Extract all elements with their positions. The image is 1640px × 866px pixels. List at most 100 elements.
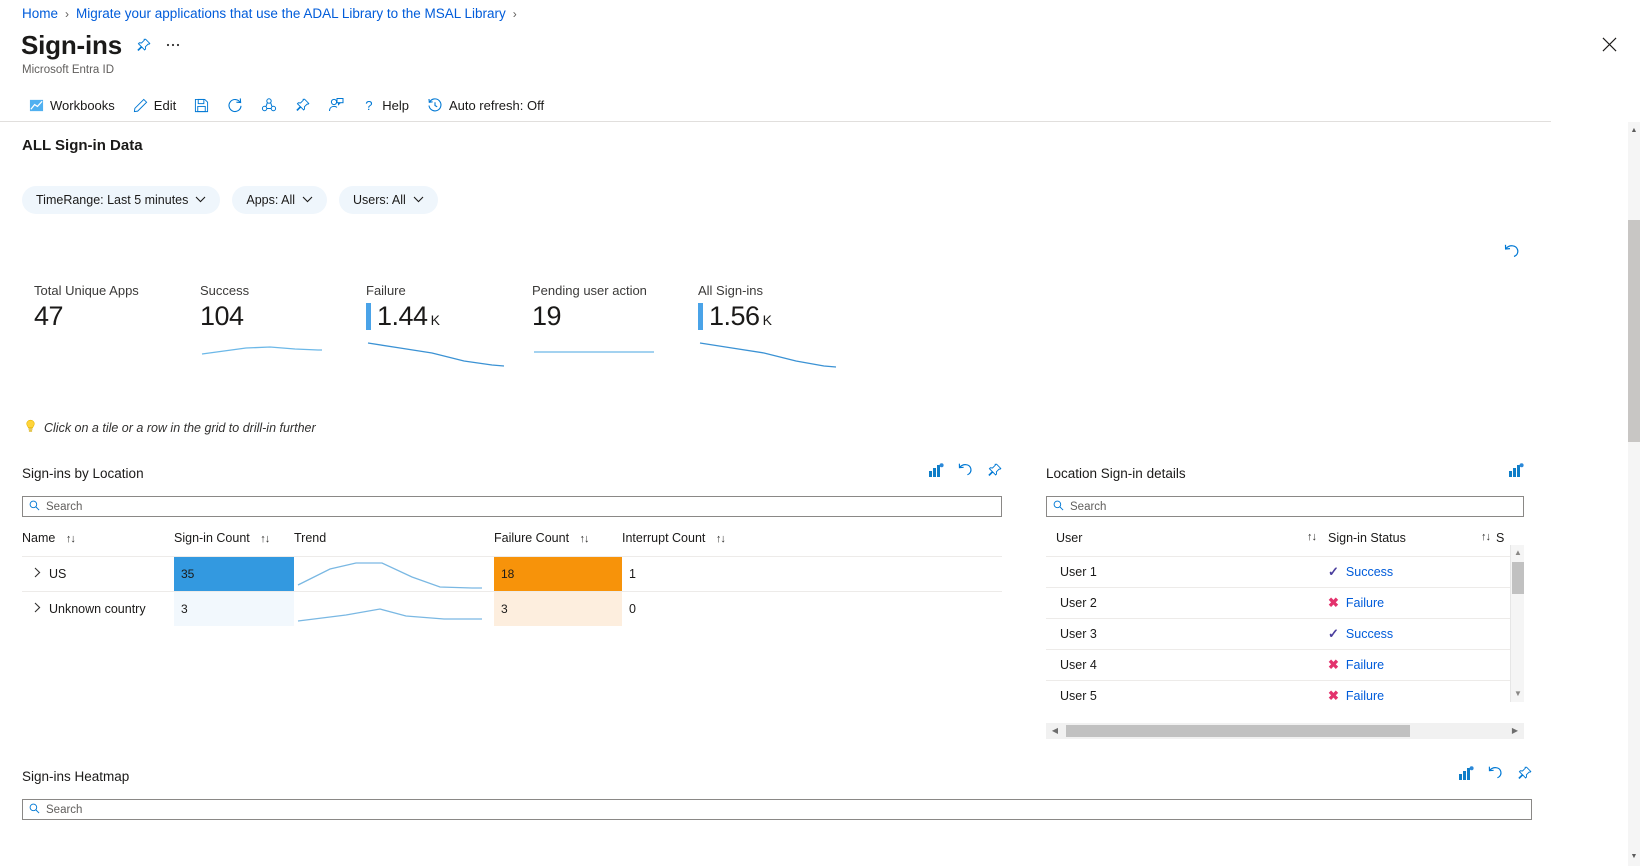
tile-total-unique-apps[interactable]: Total Unique Apps 47 [34, 283, 200, 330]
drill-in-hint: Click on a tile or a row in the grid to … [24, 419, 316, 437]
page-vertical-scrollbar[interactable]: ▲ ▼ [1628, 122, 1640, 866]
scroll-left-arrow-icon[interactable]: ◀ [1048, 723, 1062, 739]
column-signin-count[interactable]: Sign-in Count ↑↓ [174, 517, 294, 557]
tile-value: 19 [532, 301, 562, 331]
cell-signin-count: 35 [174, 556, 294, 592]
table-row[interactable]: Unknown country 3 3 0 [22, 591, 1002, 626]
signins-heatmap-search[interactable]: Search [22, 799, 1532, 820]
tile-failure[interactable]: Failure 1.44 K [366, 283, 532, 367]
cell-trend [294, 591, 494, 626]
tile-label: Failure [366, 283, 406, 298]
undo-icon[interactable] [957, 462, 974, 484]
table-row[interactable]: User 5 ✖ Failure [1046, 680, 1524, 712]
location-signin-details-panel: Location Sign-in details Search User ↑↓ … [1046, 462, 1524, 712]
user-label: User 1 [1060, 565, 1097, 579]
scroll-down-arrow-icon[interactable]: ▼ [1511, 687, 1525, 701]
command-workbooks[interactable]: Workbooks [20, 94, 124, 117]
sort-updown-icon[interactable]: ↑↓ [1481, 531, 1491, 543]
chart-icon[interactable] [1458, 766, 1474, 786]
pin-icon[interactable] [136, 38, 151, 53]
user-label: User 5 [1060, 689, 1097, 704]
location-signin-details-search-placeholder: Search [1070, 500, 1107, 513]
command-feedback[interactable] [319, 93, 353, 117]
scrollbar-thumb[interactable] [1512, 562, 1524, 594]
clock-icon [427, 97, 443, 113]
cell-name[interactable]: US [22, 556, 174, 592]
cell-user: User 1 [1046, 556, 1328, 588]
table-row[interactable]: US 35 18 1 [22, 556, 1002, 592]
column-failure-count[interactable]: Failure Count ↑↓ [494, 517, 622, 557]
column-signin-status[interactable]: Sign-in Status ↑↓ [1328, 517, 1496, 557]
scroll-down-arrow-icon[interactable]: ▼ [1628, 850, 1640, 864]
interrupt-count-value: 0 [629, 602, 636, 616]
table-row[interactable]: User 3 ✓ Success [1046, 618, 1524, 650]
filter-users[interactable]: Users: All [339, 186, 438, 214]
tile-success[interactable]: Success 104 [200, 283, 366, 355]
tile-all-sign-ins[interactable]: All Sign-ins 1.56 K [698, 283, 864, 368]
ellipsis-icon[interactable] [165, 42, 181, 48]
close-icon[interactable] [1598, 36, 1620, 58]
filter-pills: TimeRange: Last 5 minutes Apps: All User… [22, 186, 438, 214]
sort-updown-icon[interactable]: ↑↓ [1307, 531, 1317, 543]
cell-failure-count: 3 [494, 591, 622, 626]
sort-updown-icon[interactable]: ↑↓ [580, 533, 590, 545]
tile-unit: K [762, 312, 772, 328]
command-share[interactable] [252, 93, 286, 117]
pin-icon [295, 98, 310, 113]
filter-apps-label: Apps: All [246, 193, 296, 207]
command-pin[interactable] [286, 94, 319, 117]
status-label: Failure [1345, 658, 1385, 672]
details-vertical-scrollbar[interactable]: ▲ ▼ [1510, 545, 1524, 702]
breadcrumb-item-migrate[interactable]: Migrate your applications that use the A… [76, 6, 506, 21]
title-row: Sign-ins [21, 32, 181, 58]
tiles-reset-undo-icon[interactable] [1503, 243, 1521, 266]
filter-users-label: Users: All [353, 193, 406, 207]
chart-icon[interactable] [1508, 463, 1524, 483]
chevron-right-icon[interactable] [34, 602, 41, 616]
check-icon: ✓ [1328, 564, 1339, 579]
scroll-right-arrow-icon[interactable]: ▶ [1508, 723, 1522, 739]
tile-pending-user-action[interactable]: Pending user action 19 [532, 283, 698, 353]
chevron-right-icon[interactable] [34, 567, 41, 581]
tile-sparkline [201, 346, 322, 355]
pin-icon[interactable] [1517, 766, 1532, 786]
command-auto-refresh[interactable]: Auto refresh: Off [418, 93, 553, 117]
filter-apps[interactable]: Apps: All [232, 186, 328, 214]
column-interrupt-count[interactable]: Interrupt Count ↑↓ [622, 517, 1002, 557]
location-signin-details-search[interactable]: Search [1046, 496, 1524, 517]
command-help-label: Help [382, 97, 409, 113]
scroll-up-arrow-icon[interactable]: ▲ [1628, 124, 1640, 138]
cell-name[interactable]: Unknown country [22, 591, 174, 626]
pin-icon[interactable] [987, 463, 1002, 483]
column-name[interactable]: Name ↑↓ [22, 517, 174, 557]
filter-timerange[interactable]: TimeRange: Last 5 minutes [22, 186, 221, 214]
scrollbar-thumb[interactable] [1066, 725, 1410, 737]
undo-icon[interactable] [1487, 765, 1504, 787]
command-save[interactable] [185, 94, 218, 117]
command-refresh[interactable] [218, 93, 252, 117]
column-user[interactable]: User ↑↓ [1046, 517, 1328, 557]
command-help[interactable]: ? Help [353, 94, 418, 117]
panel-icons [1458, 765, 1532, 787]
table-row[interactable]: User 1 ✓ Success [1046, 556, 1524, 588]
cross-icon: ✖ [1328, 595, 1339, 610]
chart-icon[interactable] [928, 463, 944, 483]
svg-text:?: ? [365, 98, 372, 113]
panel-icons [928, 462, 1002, 484]
breadcrumb-item-home[interactable]: Home [22, 6, 58, 21]
command-edit-label: Edit [153, 97, 177, 113]
command-edit[interactable]: Edit [124, 94, 185, 117]
sort-updown-icon[interactable]: ↑↓ [716, 533, 726, 545]
table-header-row: Name ↑↓ Sign-in Count ↑↓ Trend Failure C… [22, 517, 1002, 557]
table-row[interactable]: User 4 ✖ Failure [1046, 649, 1524, 681]
command-bar-divider [0, 121, 1551, 122]
signins-by-location-search[interactable]: Search [22, 496, 1002, 517]
sign-ins-blade: Home › Migrate your applications that us… [0, 0, 1640, 866]
scroll-up-arrow-icon[interactable]: ▲ [1511, 546, 1525, 560]
scrollbar-thumb[interactable] [1628, 220, 1640, 442]
sort-updown-icon[interactable]: ↑↓ [260, 533, 270, 545]
table-row[interactable]: User 2 ✖ Failure [1046, 587, 1524, 619]
sort-updown-icon[interactable]: ↑↓ [66, 533, 76, 545]
signin-count-value: 3 [181, 602, 188, 616]
details-horizontal-scrollbar[interactable]: ◀ ▶ [1046, 723, 1524, 739]
